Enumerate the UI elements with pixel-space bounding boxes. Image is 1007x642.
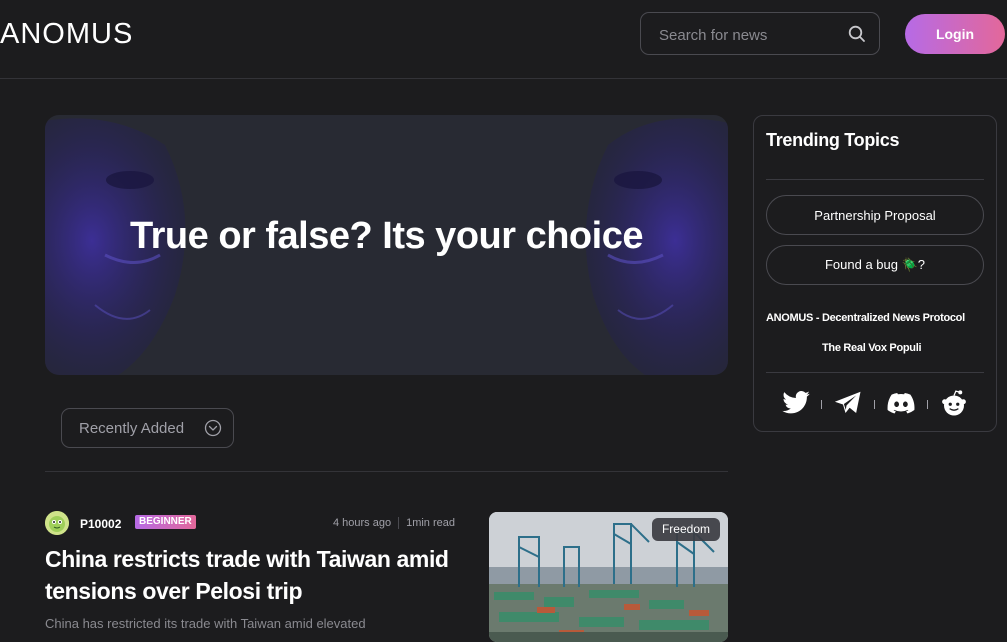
- protocol-tagline: ANOMUS - Decentralized News Protocol: [766, 312, 965, 324]
- search-input[interactable]: [657, 23, 841, 47]
- avatar[interactable]: [45, 511, 69, 535]
- social-separator: [821, 400, 822, 409]
- content-divider: [45, 471, 728, 472]
- meta-separator: [398, 517, 400, 530]
- telegram-icon[interactable]: [833, 388, 863, 418]
- reddit-icon[interactable]: [939, 388, 969, 418]
- article-excerpt: China has restricted its trade with Taiw…: [45, 616, 366, 631]
- sort-dropdown[interactable]: Recently Added: [61, 408, 234, 448]
- article-thumbnail[interactable]: Freedom: [489, 512, 728, 642]
- article-card[interactable]: P10002 BEGINNER 4 hours ago 1min read Chi…: [45, 511, 728, 642]
- top-header: ANOMUS Login: [0, 0, 1007, 79]
- hero-banner: True or false? Its your choice: [45, 115, 728, 375]
- article-meta: 4 hours ago 1min read: [332, 517, 455, 530]
- topic-found-a-bug[interactable]: Found a bug 🪲?: [766, 245, 984, 285]
- search-icon[interactable]: [847, 24, 867, 44]
- rank-badge: BEGINNER: [135, 515, 196, 529]
- social-separator: [927, 400, 928, 409]
- discord-icon[interactable]: [886, 388, 916, 418]
- hero-title: True or false? Its your choice: [130, 215, 643, 257]
- category-tag[interactable]: Freedom: [651, 518, 720, 541]
- time-ago: 4 hours ago: [332, 517, 392, 529]
- logo[interactable]: ANOMUS: [0, 18, 133, 51]
- sidebar-title: Trending Topics: [766, 130, 900, 150]
- trending-sidebar: Trending Topics Partnership Proposal Fou…: [753, 115, 997, 432]
- read-time: 1min read: [406, 517, 455, 529]
- social-separator: [874, 400, 875, 409]
- sidebar-divider-bottom: [766, 372, 984, 373]
- social-links: [766, 388, 984, 420]
- sort-dropdown-label: Recently Added: [79, 419, 185, 437]
- avatar-face-icon: [45, 511, 69, 535]
- search-box[interactable]: [640, 12, 880, 55]
- protocol-subtagline: The Real Vox Populi: [822, 342, 922, 354]
- twitter-icon[interactable]: [781, 388, 811, 418]
- login-button[interactable]: Login: [905, 14, 1005, 54]
- article-title[interactable]: China restricts trade with Taiwan amid t…: [45, 543, 465, 607]
- author-name[interactable]: P10002: [80, 517, 121, 531]
- topic-partnership-proposal[interactable]: Partnership Proposal: [766, 195, 984, 235]
- chevron-down-icon: [204, 419, 222, 437]
- sidebar-divider: [766, 179, 984, 180]
